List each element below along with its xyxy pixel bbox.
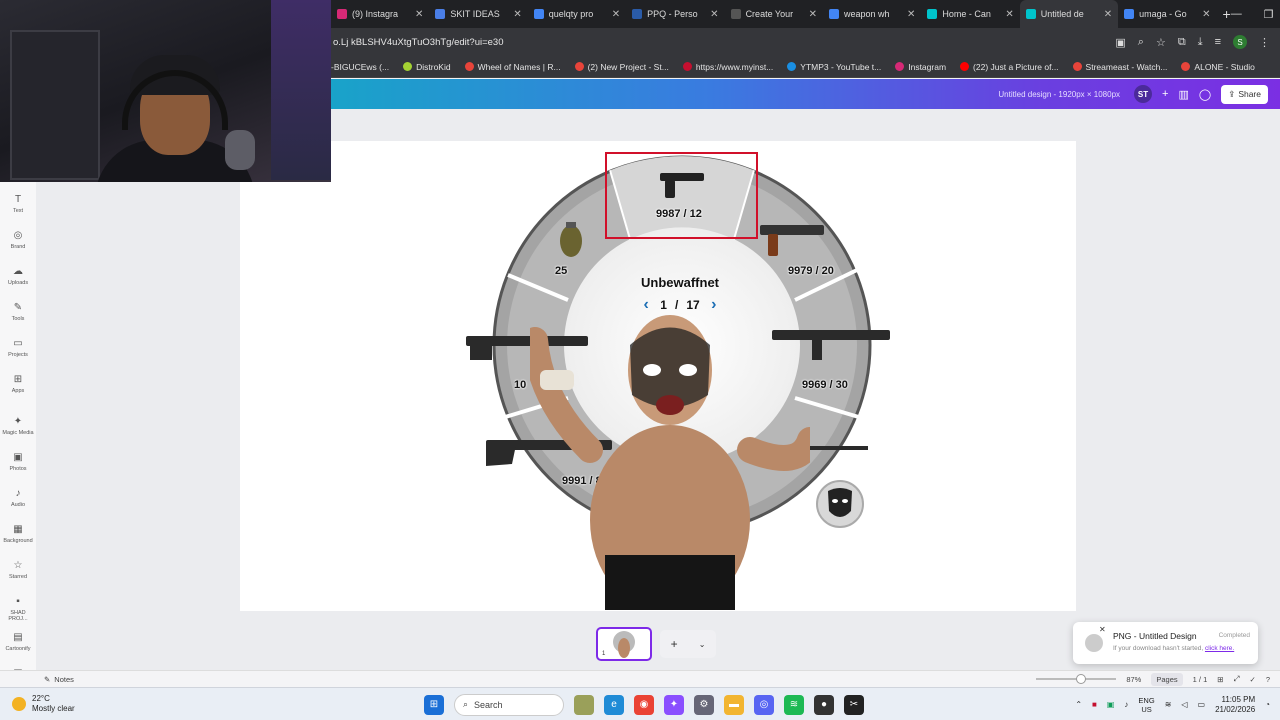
selected-slot-highlight xyxy=(605,152,758,239)
masked-logo-icon xyxy=(816,480,864,528)
webcam-overlay xyxy=(0,0,331,182)
wrestler-image[interactable] xyxy=(530,300,810,610)
slot-label-rifle-left: 10 xyxy=(514,379,527,391)
slot-label-smg: 9979 / 20 xyxy=(788,265,834,277)
wheel-center-title: Unbewaffnet xyxy=(641,275,719,290)
slot-label-grenade: 25 xyxy=(555,265,568,277)
